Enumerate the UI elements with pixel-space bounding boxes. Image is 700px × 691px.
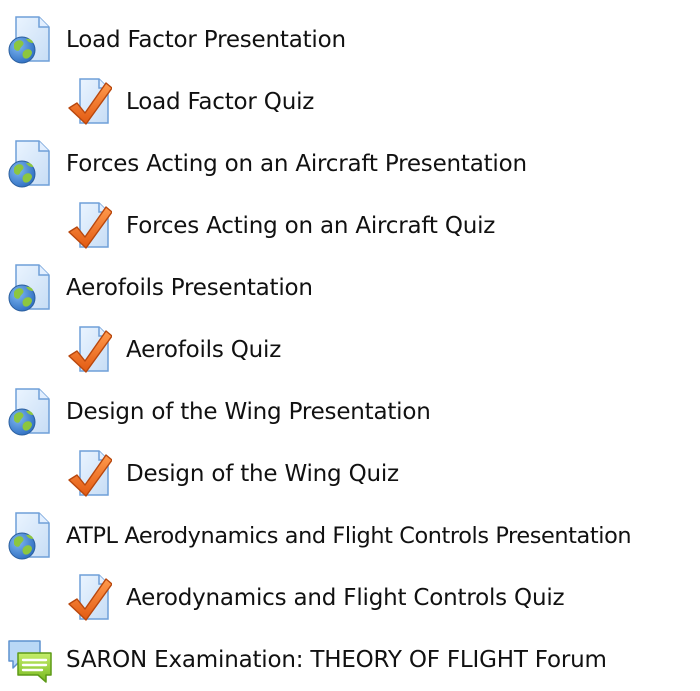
activity-wing-design-quiz[interactable]: Design of the Wing Quiz (66, 443, 399, 505)
activity-wing-design-presentation[interactable]: Design of the Wing Presentation (6, 381, 431, 443)
activity-link[interactable]: Aerodynamics and Flight Controls Quiz (126, 583, 565, 613)
activity-forces-presentation[interactable]: Forces Acting on an Aircraft Presentatio… (6, 133, 527, 195)
activity-link[interactable]: SARON Examination: THEORY OF FLIGHT Foru… (66, 645, 607, 675)
activity-load-factor-quiz[interactable]: Load Factor Quiz (66, 71, 314, 133)
activity-link[interactable]: Forces Acting on an Aircraft Quiz (126, 211, 495, 241)
globe-page-icon (6, 139, 52, 189)
activity-aerofoils-quiz[interactable]: Aerofoils Quiz (66, 319, 281, 381)
activity-link[interactable]: Aerofoils Presentation (66, 273, 313, 303)
globe-page-icon (6, 263, 52, 313)
activity-forces-quiz[interactable]: Forces Acting on an Aircraft Quiz (66, 195, 495, 257)
quiz-checkmark-icon (66, 77, 112, 127)
activity-load-factor-presentation[interactable]: Load Factor Presentation (6, 9, 346, 71)
quiz-checkmark-icon (66, 449, 112, 499)
activity-link[interactable]: ATPL Aerodynamics and Flight Controls Pr… (66, 521, 632, 551)
activity-link[interactable]: Load Factor Quiz (126, 87, 314, 117)
course-activity-list: Load Factor Presentation Load Factor Qui… (0, 0, 700, 673)
activity-link[interactable]: Forces Acting on an Aircraft Presentatio… (66, 149, 527, 179)
quiz-checkmark-icon (66, 573, 112, 623)
globe-page-icon (6, 15, 52, 65)
activity-link[interactable]: Load Factor Presentation (66, 25, 346, 55)
quiz-checkmark-icon (66, 325, 112, 375)
globe-page-icon (6, 511, 52, 561)
quiz-checkmark-icon (66, 201, 112, 251)
activity-saron-forum[interactable]: SARON Examination: THEORY OF FLIGHT Foru… (6, 629, 607, 691)
activity-atpl-aerodynamics-presentation[interactable]: ATPL Aerodynamics and Flight Controls Pr… (6, 505, 632, 567)
globe-page-icon (6, 387, 52, 437)
activity-link[interactable]: Aerofoils Quiz (126, 335, 281, 365)
activity-aerofoils-presentation[interactable]: Aerofoils Presentation (6, 257, 313, 319)
activity-aerodynamics-quiz[interactable]: Aerodynamics and Flight Controls Quiz (66, 567, 565, 629)
forum-speech-bubbles-icon (6, 635, 52, 685)
activity-link[interactable]: Design of the Wing Quiz (126, 459, 399, 489)
activity-link[interactable]: Design of the Wing Presentation (66, 397, 431, 427)
